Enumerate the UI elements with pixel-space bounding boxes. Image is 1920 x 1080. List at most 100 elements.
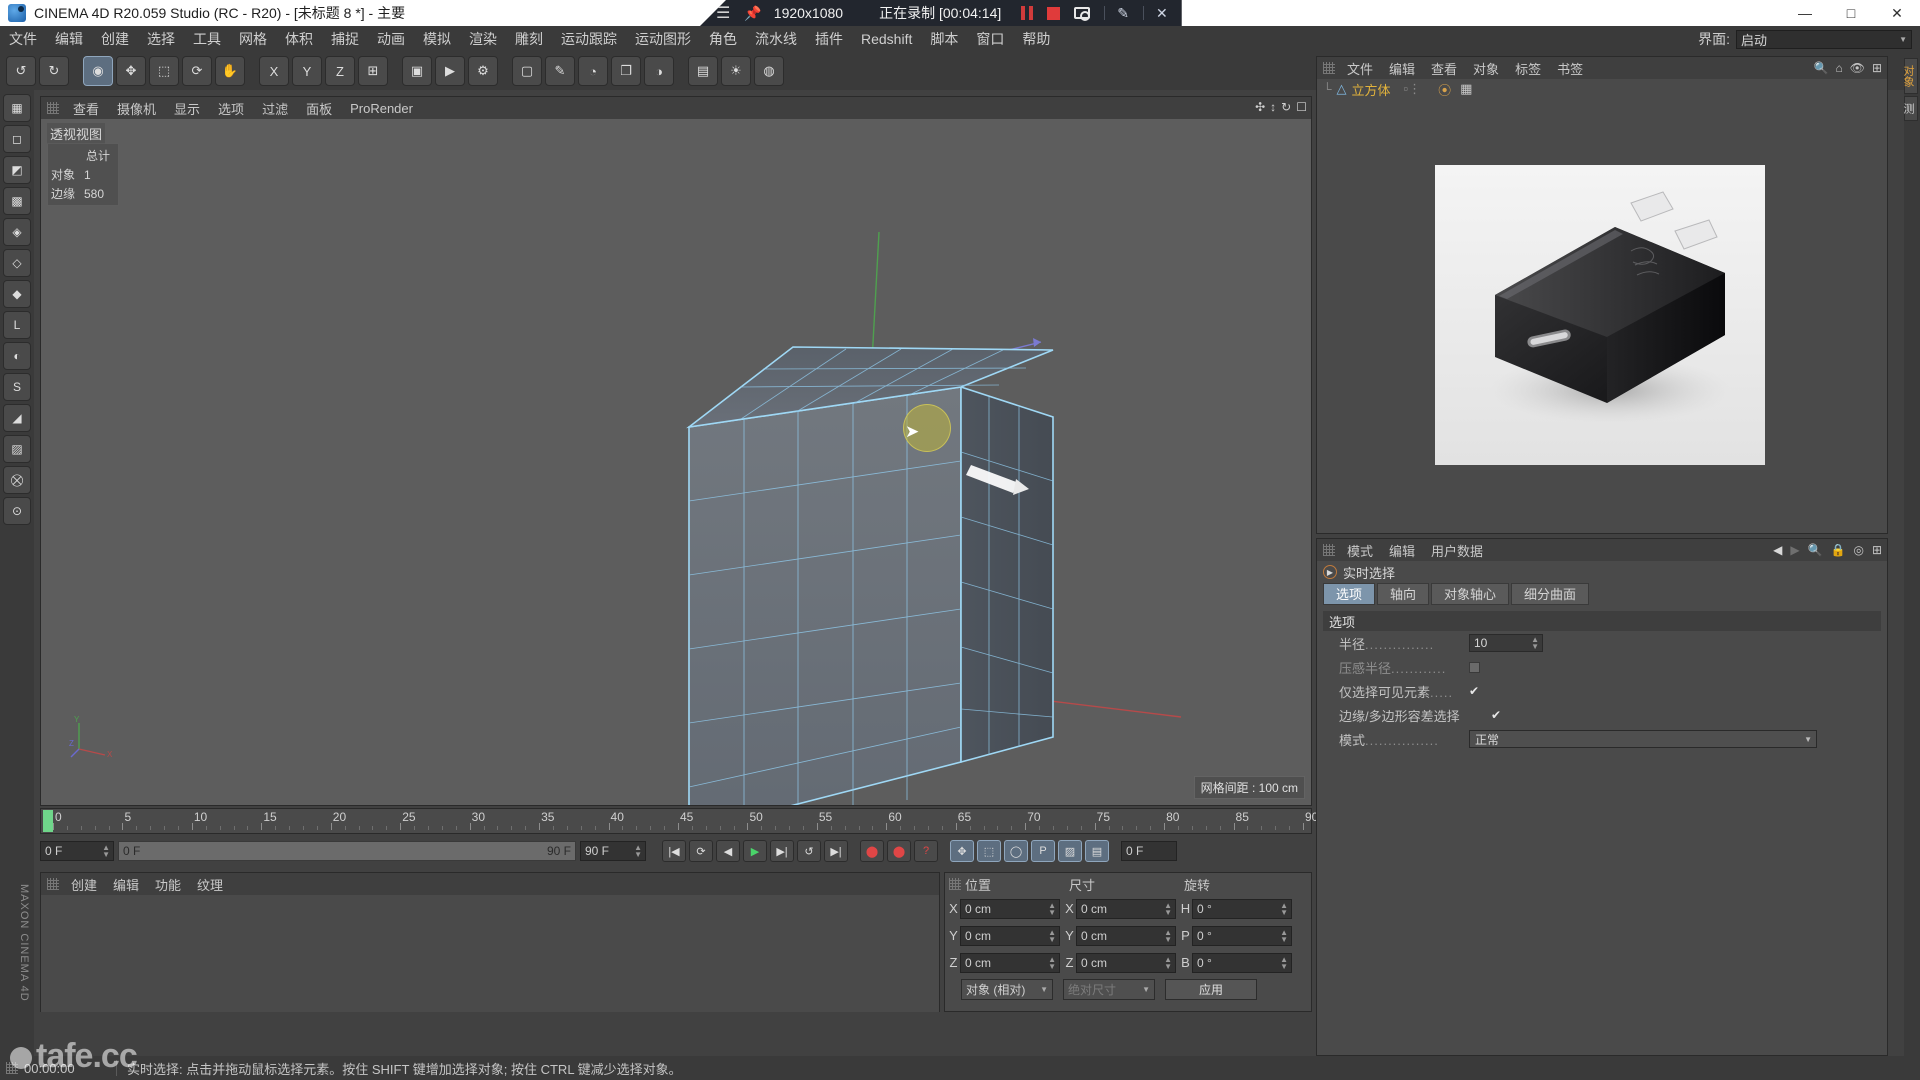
param-key-button[interactable]: P — [1031, 840, 1055, 862]
material-menu-function[interactable]: 功能 — [147, 875, 189, 894]
pos-z-field[interactable]: 0 cm ▲ ▼ — [960, 952, 1060, 973]
viewport-3d-scene[interactable] — [41, 97, 1312, 806]
rotation-key-button[interactable]: ◯ — [1004, 840, 1028, 862]
spinner-icon[interactable]: ▲ ▼ — [1164, 901, 1172, 916]
menu-item-14[interactable]: 角色 — [700, 26, 746, 52]
tab-axis[interactable]: 轴向 — [1377, 583, 1430, 605]
interface-select[interactable]: 启动 ▼ — [1736, 29, 1912, 49]
menu-item-13[interactable]: 运动图形 — [626, 26, 700, 52]
lock-icon[interactable]: 🔒 — [1831, 543, 1846, 557]
end-frame-field[interactable]: 90 F ▲ ▼ — [580, 841, 646, 861]
goto-end-button[interactable]: ▶| — [824, 840, 848, 862]
record-active-button[interactable]: ⬤ — [860, 840, 884, 862]
edge-poly-tolerance-checkbox[interactable]: ✔ — [1491, 709, 1503, 721]
render-view-button[interactable]: ▣ — [402, 56, 432, 86]
rotate-button[interactable]: ⟳ — [182, 56, 212, 86]
keyframe-select-button[interactable]: ? — [914, 840, 938, 862]
tool-uv-point[interactable]: ◐ — [3, 342, 31, 370]
menu-item-7[interactable]: 捕捉 — [322, 26, 368, 52]
mode-select[interactable]: 正常 ▼ — [1469, 730, 1817, 748]
menu-item-0[interactable]: 文件 — [0, 26, 46, 52]
close-button[interactable]: ✕ — [1874, 0, 1920, 26]
menu-item-4[interactable]: 工具 — [184, 26, 230, 52]
spinner-icon[interactable]: ▲ ▼ — [1164, 928, 1172, 943]
light-button[interactable]: ☀ — [721, 56, 751, 86]
attr-menu-mode[interactable]: 模式 — [1339, 541, 1381, 560]
object-menu-view[interactable]: 查看 — [1423, 59, 1465, 78]
attribute-manager[interactable]: 模式 编辑 用户数据 ◀ ▶ 🔍 🔒 ◎ ⊞ ▶ 实时选择 选项 轴向 对象轴心… — [1316, 538, 1888, 1056]
pause-icon[interactable] — [1021, 6, 1034, 20]
tab-object-pivot[interactable]: 对象轴心 — [1431, 583, 1510, 605]
search-icon[interactable]: 🔍 — [1808, 543, 1823, 557]
maximize-button[interactable]: □ — [1828, 0, 1874, 26]
next-frame-button[interactable]: ▶| — [770, 840, 794, 862]
only-visible-checkbox[interactable]: ✔ — [1469, 685, 1481, 697]
object-menu-tag[interactable]: 标签 — [1507, 59, 1549, 78]
render-region-button[interactable]: ▶ — [435, 56, 465, 86]
prev-frame-button[interactable]: ◀ — [716, 840, 740, 862]
lock-x-button[interactable]: X — [259, 56, 289, 86]
layer-icon[interactable]: ⊞ — [1872, 61, 1882, 75]
rot-p-field[interactable]: 0 ° ▲ ▼ — [1192, 925, 1292, 946]
eye-icon[interactable]: 👁 — [1850, 61, 1865, 75]
material-menu-edit[interactable]: 编辑 — [105, 875, 147, 894]
menu-item-16[interactable]: 插件 — [806, 26, 852, 52]
pan-button[interactable]: ✋ — [215, 56, 245, 86]
rot-b-field[interactable]: 0 ° ▲ ▼ — [1192, 952, 1292, 973]
tool-texture-axis[interactable]: ▦ — [3, 94, 31, 122]
stop-icon[interactable] — [1047, 6, 1061, 20]
playhead[interactable] — [43, 810, 53, 832]
undo-button[interactable]: ↺ — [6, 56, 36, 86]
menu-item-19[interactable]: 窗口 — [967, 26, 1013, 52]
scale-key-button[interactable]: ⬚ — [977, 840, 1001, 862]
size-x-field[interactable]: 0 cm ▲ ▼ — [1076, 898, 1176, 919]
tool-quantize[interactable]: ⛒ — [3, 466, 31, 494]
menu-item-20[interactable]: 帮助 — [1013, 26, 1059, 52]
live-selection-button[interactable]: ◉ — [83, 56, 113, 86]
world-coord-button[interactable]: ⊞ — [358, 56, 388, 86]
apply-button[interactable]: 应用 — [1165, 978, 1257, 1000]
tool-edge-mode[interactable]: ◇ — [3, 249, 31, 277]
scale-button[interactable]: ⬚ — [149, 56, 179, 86]
tool-snap[interactable]: ▨ — [3, 435, 31, 463]
size-z-field[interactable]: 0 cm ▲ ▼ — [1076, 952, 1176, 973]
pla-key-button[interactable]: ▨ — [1058, 840, 1082, 862]
menu-item-2[interactable]: 创建 — [92, 26, 138, 52]
texture-tag-icon[interactable]: ▦ — [1460, 81, 1472, 97]
lock-y-button[interactable]: Y — [292, 56, 322, 86]
current-frame-field[interactable]: 0 F ▲ ▼ — [40, 841, 114, 861]
lock-z-button[interactable]: Z — [325, 56, 355, 86]
environment-button[interactable]: ◍ — [754, 56, 784, 86]
tool-model-mode[interactable]: ◻ — [3, 125, 31, 153]
spinner-icon[interactable]: ▲ ▼ — [1164, 955, 1172, 970]
menu-item-8[interactable]: 动画 — [368, 26, 414, 52]
menu-item-10[interactable]: 渲染 — [460, 26, 506, 52]
pen-icon[interactable]: ✎ — [1117, 5, 1129, 22]
spinner-icon[interactable]: ▲ ▼ — [1531, 636, 1539, 651]
spline-button[interactable]: ✎ — [545, 56, 575, 86]
tool-enable-axis[interactable]: ⊙ — [3, 497, 31, 525]
menu-item-3[interactable]: 选择 — [138, 26, 184, 52]
spinner-icon[interactable]: ▲ ▼ — [634, 844, 642, 859]
menu-item-17[interactable]: Redshift — [852, 26, 921, 52]
radius-input[interactable]: 10 ▲ ▼ — [1469, 634, 1543, 652]
object-tree-row[interactable]: └ △ 立方体 ▫⋮ ⦿ ▦ — [1317, 79, 1887, 99]
render-settings-button[interactable]: ⚙ — [468, 56, 498, 86]
home-icon[interactable]: ⌂ — [1835, 61, 1842, 75]
panel-grip-icon[interactable] — [1323, 62, 1335, 74]
menu-item-5[interactable]: 网格 — [230, 26, 276, 52]
search-icon[interactable]: 🔍 — [1814, 61, 1829, 75]
timeline-range-bar[interactable]: 0 F 90 F — [118, 841, 576, 861]
spinner-icon[interactable]: ▲ ▼ — [1048, 901, 1056, 916]
phong-tag-icon[interactable]: ⦿ — [1438, 80, 1451, 99]
target-icon[interactable]: ◎ — [1853, 543, 1863, 557]
material-manager[interactable]: 创建 编辑 功能 纹理 — [40, 872, 940, 1012]
camera-button[interactable]: ▤ — [688, 56, 718, 86]
spinner-icon[interactable]: ▲ ▼ — [1048, 928, 1056, 943]
menu-item-1[interactable]: 编辑 — [46, 26, 92, 52]
size-y-field[interactable]: 0 cm ▲ ▼ — [1076, 925, 1176, 946]
spinner-icon[interactable]: ▲ ▼ — [102, 844, 110, 859]
menu-item-12[interactable]: 运动跟踪 — [552, 26, 626, 52]
keyframe-panel-button[interactable]: ▤ — [1085, 840, 1109, 862]
close-icon[interactable]: ✕ — [1156, 5, 1168, 22]
